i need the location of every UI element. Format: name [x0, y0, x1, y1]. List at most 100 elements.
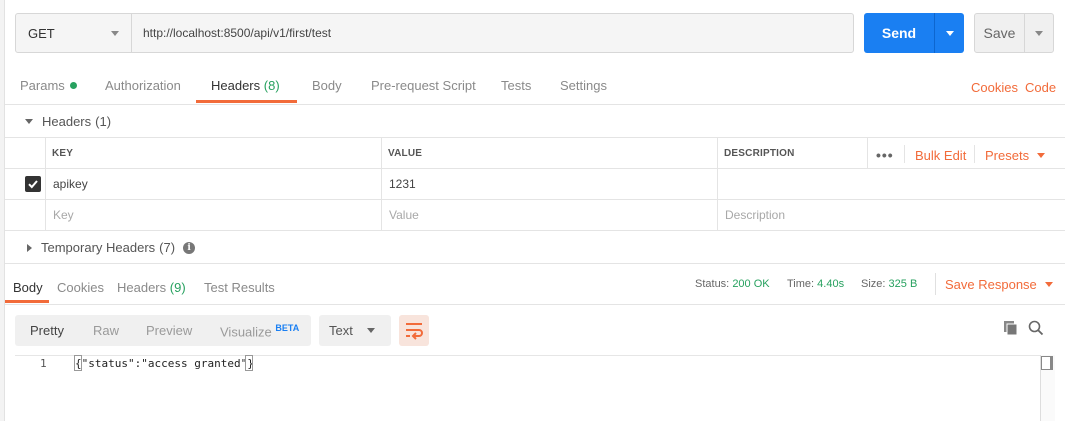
window-edge: [0, 0, 5, 421]
column-divider: [717, 137, 718, 230]
divider: [5, 304, 1065, 305]
send-button[interactable]: Send: [864, 13, 934, 53]
tab-count: (8): [263, 78, 280, 93]
info-icon[interactable]: i: [183, 241, 196, 254]
visualize-label: Visualize: [220, 324, 272, 340]
time-label: Time:: [787, 278, 815, 290]
caret-down-icon: [25, 119, 33, 124]
beta-badge: BETA: [275, 323, 300, 333]
code-line: {"status":"access granted"}: [75, 357, 254, 370]
url-text: http://localhost:8500/api/v1/first/test: [143, 26, 332, 40]
bracket-match-highlight: [74, 355, 82, 371]
code-link[interactable]: Code: [1025, 80, 1056, 95]
header-value-cell[interactable]: 1231: [389, 177, 416, 191]
tab-settings[interactable]: Settings: [560, 78, 607, 93]
tab-label: Pre-request Script: [371, 78, 476, 93]
toolbar-divider: [974, 145, 975, 163]
response-divider: [5, 263, 1065, 264]
url-input[interactable]: http://localhost:8500/api/v1/first/test: [131, 13, 854, 53]
section-count: (7): [159, 240, 176, 255]
save-response-dropdown[interactable]: Save Response: [945, 277, 1053, 292]
cookies-link[interactable]: Cookies: [971, 80, 1018, 95]
tab-label: Params: [20, 78, 65, 93]
view-mode-group: Pretty Raw Preview Visualize BETA: [15, 315, 311, 346]
tab-authorization[interactable]: Authorization: [105, 78, 181, 93]
tab-pre-request-script[interactable]: Pre-request Script: [371, 78, 476, 93]
save-options-button[interactable]: [1024, 13, 1054, 53]
temporary-headers-toggle[interactable]: Temporary Headers (7) i: [27, 240, 196, 255]
save-response-label: Save Response: [945, 277, 1037, 292]
divider: [5, 230, 1065, 231]
size-value: 325 B: [888, 278, 918, 290]
response-status: Status: 200 OK: [695, 278, 770, 290]
column-header-key: KEY: [52, 148, 74, 159]
tab-tests[interactable]: Tests: [501, 78, 531, 93]
bracket-match-highlight: [245, 355, 253, 371]
caret-down-icon: [946, 31, 954, 36]
code-body: "status":"access granted": [81, 357, 248, 370]
caret-down-icon: [367, 328, 375, 333]
bulk-edit-link[interactable]: Bulk Edit: [915, 148, 966, 163]
response-tab-body[interactable]: Body: [13, 280, 43, 295]
caret-down-icon: [1037, 153, 1046, 158]
tab-count: (9): [169, 280, 186, 295]
new-description-field[interactable]: Description: [725, 208, 785, 222]
divider: [5, 199, 1065, 200]
format-label: Text: [329, 323, 353, 338]
divider: [935, 273, 936, 295]
response-size: Size: 325 B: [861, 278, 917, 290]
header-enabled-checkbox[interactable]: [25, 176, 41, 192]
column-header-description: DESCRIPTION: [724, 148, 795, 159]
method-label: GET: [28, 25, 55, 41]
scrollbar-thumb[interactable]: [1041, 356, 1053, 370]
status-value: 200 OK: [732, 278, 770, 290]
tab-body[interactable]: Body: [312, 78, 342, 93]
view-visualize[interactable]: Visualize BETA: [220, 323, 299, 339]
caret-down-icon: [1044, 282, 1053, 287]
chevron-down-icon: [111, 31, 119, 36]
response-time: Time: 4.40s: [787, 278, 844, 290]
tab-headers[interactable]: Headers (8): [211, 78, 280, 93]
tab-label: Headers: [211, 78, 261, 93]
header-key-cell[interactable]: apikey: [53, 177, 88, 191]
check-icon: [28, 180, 38, 189]
copy-icon[interactable]: [1003, 320, 1019, 336]
tab-label: Tests: [501, 78, 532, 93]
column-divider: [381, 137, 382, 230]
send-options-button[interactable]: [934, 13, 964, 53]
save-button[interactable]: Save: [974, 13, 1025, 53]
response-tab-headers[interactable]: Headers (9): [117, 280, 186, 295]
presets-dropdown[interactable]: Presets: [985, 148, 1046, 163]
tab-label: Body: [312, 78, 342, 93]
section-title: Temporary Headers: [41, 240, 156, 255]
view-preview[interactable]: Preview: [146, 323, 192, 338]
tab-label: Authorization: [105, 78, 181, 93]
status-label: Status:: [695, 278, 730, 290]
divider: [5, 168, 1065, 169]
size-label: Size:: [861, 278, 886, 290]
column-divider: [867, 137, 868, 168]
response-tab-test-results[interactable]: Test Results: [204, 280, 275, 295]
toolbar-divider: [904, 145, 905, 163]
line-number: 1: [40, 357, 47, 370]
column-header-value: VALUE: [388, 148, 423, 159]
new-key-field[interactable]: Key: [53, 208, 74, 222]
wrap-lines-button[interactable]: [399, 315, 429, 346]
active-tab-indicator: [196, 100, 297, 103]
request-tabs: Params Authorization Headers (8) Body Pr…: [5, 70, 1065, 105]
tab-params[interactable]: Params: [20, 78, 77, 93]
view-raw[interactable]: Raw: [93, 323, 119, 338]
more-options-button[interactable]: •••: [876, 147, 894, 163]
format-select[interactable]: Text: [319, 315, 391, 346]
search-icon[interactable]: [1028, 320, 1044, 336]
response-tab-cookies[interactable]: Cookies: [57, 280, 104, 295]
time-value: 4.40s: [817, 278, 845, 290]
headers-section-toggle[interactable]: Headers (1): [25, 114, 111, 129]
presets-label: Presets: [985, 148, 1030, 163]
method-select[interactable]: GET: [15, 13, 132, 53]
new-value-field[interactable]: Value: [389, 208, 419, 222]
divider: [5, 137, 1065, 138]
tab-label: Headers: [117, 280, 167, 295]
view-pretty[interactable]: Pretty: [30, 323, 64, 338]
active-tab-indicator: [5, 300, 49, 303]
